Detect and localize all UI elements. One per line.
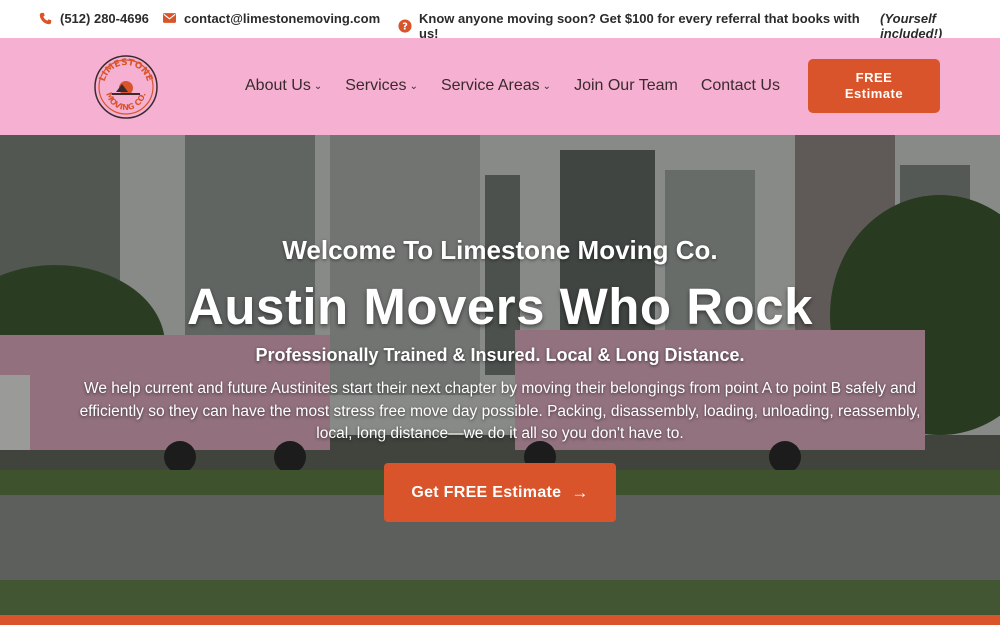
estimate-line2: Estimate xyxy=(844,86,904,101)
nav-label: Services xyxy=(345,77,407,94)
email-address: contact@limestonemoving.com xyxy=(184,11,381,26)
site-header: LIMESTONE MOVING CO. About Us ⌄ Services… xyxy=(0,38,1000,135)
hero-welcome: Welcome To Limestone Moving Co. xyxy=(282,235,718,265)
nav-service-areas[interactable]: Service Areas ⌄ xyxy=(441,77,551,95)
logo-text-top: LIMESTONE xyxy=(98,58,154,83)
chevron-down-icon: ⌄ xyxy=(542,80,552,92)
phone-link[interactable]: (512) 280-4696 xyxy=(39,11,149,26)
nav-label: About Us xyxy=(245,77,311,94)
hero-subhead: Professionally Trained & Insured. Local … xyxy=(255,345,745,365)
estimate-line1: FREE xyxy=(855,70,893,85)
email-link[interactable]: contact@limestonemoving.com xyxy=(163,11,380,26)
nav-contact-us[interactable]: Contact Us xyxy=(701,77,780,95)
cta-label: Get FREE Estimate xyxy=(411,483,562,501)
chevron-down-icon: ⌄ xyxy=(313,80,323,92)
accent-bottom-bar xyxy=(0,615,1000,625)
nav-about-us[interactable]: About Us ⌄ xyxy=(245,77,322,95)
top-info-bar: (512) 280-4696 contact@limestonemoving.c… xyxy=(0,0,1000,41)
hero-dark-overlay xyxy=(0,135,1000,615)
nav-services[interactable]: Services ⌄ xyxy=(345,77,418,95)
hero-section: Welcome To Limestone Moving Co. Austin M… xyxy=(0,135,1000,615)
arrow-right-icon: → xyxy=(571,482,589,502)
site-logo[interactable]: LIMESTONE MOVING CO. xyxy=(92,54,160,120)
main-nav: About Us ⌄ Services ⌄ Service Areas ⌄ Jo… xyxy=(245,77,803,95)
promo-text: Know anyone moving soon? Get $100 for ev… xyxy=(419,11,860,41)
envelope-icon xyxy=(163,12,177,26)
chevron-down-icon: ⌄ xyxy=(409,80,418,92)
promo-emphasis: (Yourself included!) xyxy=(880,11,943,41)
nav-label: Service Areas xyxy=(440,77,540,94)
svg-text:LIMESTONE: LIMESTONE xyxy=(98,58,154,83)
nav-label: Contact Us xyxy=(700,77,780,94)
phone-number: (512) 280-4696 xyxy=(60,11,149,26)
hero-headline: Austin Movers Who Rock xyxy=(187,278,813,335)
get-free-estimate-button[interactable]: Get FREE Estimate → xyxy=(384,463,616,522)
nav-join-our-team[interactable]: Join Our Team xyxy=(574,77,678,95)
hero-description: We help current and future Austinites st… xyxy=(79,380,921,442)
phone-icon xyxy=(39,12,53,26)
referral-promo: ? Know anyone moving soon? Get $100 for … xyxy=(398,11,1000,41)
question-circle-icon: ? xyxy=(398,19,412,33)
free-estimate-button[interactable]: FREE Estimate xyxy=(808,59,940,113)
nav-label: Join Our Team xyxy=(574,77,678,94)
svg-text:?: ? xyxy=(402,22,408,33)
